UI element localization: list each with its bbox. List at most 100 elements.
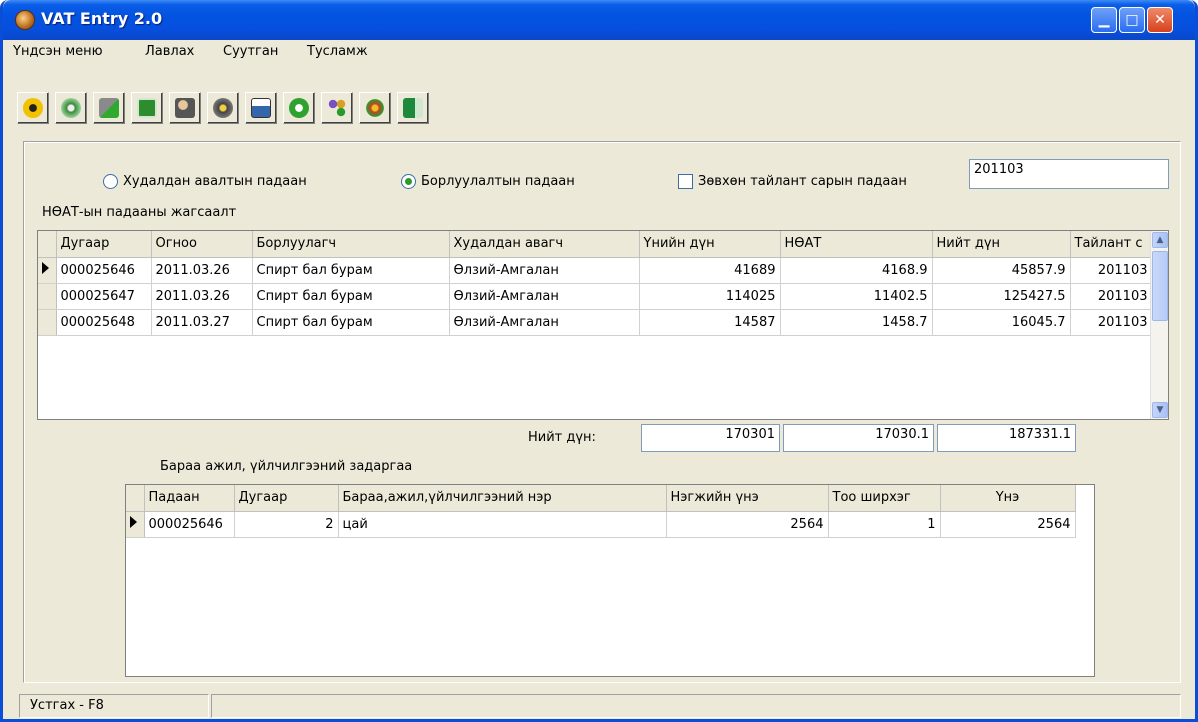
table-cell[interactable]: цай: [338, 511, 667, 538]
col-header-seller[interactable]: Борлуулагч: [252, 231, 450, 258]
status-bar: Устгах - F8: [3, 690, 1195, 719]
table-cell[interactable]: 000025648: [56, 309, 152, 336]
invoice-grid[interactable]: Дугаар Огноо Борлуулагч Худалдан авагч Ү…: [37, 230, 1169, 420]
maximize-button[interactable]: □: [1119, 7, 1145, 33]
table-cell[interactable]: Спирт бал бурам: [252, 309, 450, 336]
table-cell[interactable]: 2011.03.26: [151, 283, 253, 310]
table-cell[interactable]: 45857.9: [932, 257, 1071, 284]
import-icon: [99, 98, 119, 118]
col-header-date[interactable]: Огноо: [151, 231, 253, 258]
toolbar: [3, 62, 1195, 132]
sales-radio[interactable]: [401, 174, 416, 189]
tool-report-button[interactable]: [245, 92, 277, 124]
tool-flower-button[interactable]: [17, 92, 49, 124]
table-cell[interactable]: 201103: [1070, 309, 1153, 336]
minimize-button[interactable]: ▁: [1091, 7, 1117, 33]
row-pointer-icon: [130, 516, 137, 528]
invoice-list-caption: НӨАТ-ын падааны жагсаалт: [42, 205, 237, 220]
status-hint: Устгах - F8: [19, 694, 209, 718]
table-row[interactable]: 000025646 2011.03.26 Спирт бал бурам Өлз…: [38, 257, 1153, 284]
row-pointer-icon: [42, 262, 49, 274]
table-cell[interactable]: 125427.5: [932, 283, 1071, 310]
row-indicator-header: [38, 231, 57, 258]
col-header-vat[interactable]: НӨАТ: [780, 231, 933, 258]
main-panel: Худалдан авалтын падаан Борлуулалтын пад…: [23, 141, 1181, 683]
sales-radio-label[interactable]: Борлуулалтын падаан: [421, 174, 575, 189]
table-cell[interactable]: 4168.9: [780, 257, 933, 284]
tool-settings-button[interactable]: [207, 92, 239, 124]
tool-asterisk-button[interactable]: [359, 92, 391, 124]
table-cell[interactable]: 000025646: [56, 257, 152, 284]
period-input[interactable]: 201103: [969, 159, 1169, 189]
period-only-label[interactable]: Зөвхөн тайлант сарын падаан: [698, 174, 907, 189]
grand-total-field[interactable]: 187331.1: [937, 424, 1076, 452]
tool-tools-button[interactable]: [321, 92, 353, 124]
table-cell[interactable]: 000025646: [144, 511, 235, 538]
scroll-down-icon[interactable]: ▼: [1152, 402, 1168, 418]
table-cell[interactable]: 201103: [1070, 257, 1153, 284]
col-header-quantity[interactable]: Тоо ширхэг: [828, 485, 941, 512]
col-header-amount[interactable]: Үнийн дүн: [639, 231, 781, 258]
table-cell[interactable]: 2: [234, 511, 339, 538]
menu-reference[interactable]: Лавлах: [145, 44, 194, 59]
col-header-item-name[interactable]: Бараа,ажил,үйлчилгээний нэр: [338, 485, 667, 512]
table-cell[interactable]: Өлзий-Амгалан: [449, 257, 640, 284]
tools-icon: [327, 98, 347, 118]
purchase-radio-label[interactable]: Худалдан авалтын падаан: [123, 174, 307, 189]
table-cell[interactable]: 2564: [666, 511, 829, 538]
table-row[interactable]: 000025648 2011.03.27 Спирт бал бурам Өлз…: [38, 309, 1153, 336]
table-cell[interactable]: 1: [828, 511, 941, 538]
row-indicator-header: [126, 485, 145, 512]
menu-help[interactable]: Тусламж: [307, 44, 368, 59]
menu-withholding[interactable]: Суутган: [223, 44, 278, 59]
col-header-period[interactable]: Тайлант с: [1070, 231, 1153, 258]
table-cell[interactable]: 2011.03.26: [151, 257, 253, 284]
flower-icon: [23, 98, 43, 118]
table-cell[interactable]: 2564: [940, 511, 1076, 538]
table-cell[interactable]: 41689: [639, 257, 781, 284]
table-cell[interactable]: 14587: [639, 309, 781, 336]
tool-import-button[interactable]: [93, 92, 125, 124]
col-header-total[interactable]: Нийт дүн: [932, 231, 1071, 258]
tool-users-button[interactable]: [169, 92, 201, 124]
status-panel-empty: [211, 694, 1181, 718]
current-row-indicator: [126, 511, 145, 538]
period-only-checkbox[interactable]: [678, 174, 693, 189]
title-bar[interactable]: VAT Entry 2.0 ▁ □ ✕: [3, 0, 1195, 40]
invoice-grid-scrollbar[interactable]: ▲ ▼: [1150, 231, 1168, 419]
col-header-unit-price[interactable]: Нэгжийн үнэ: [666, 485, 829, 512]
table-row[interactable]: 000025646 2 цай 2564 1 2564: [126, 511, 1076, 538]
table-row[interactable]: 000025647 2011.03.26 Спирт бал бурам Өлз…: [38, 283, 1153, 310]
purchase-radio[interactable]: [103, 174, 118, 189]
menu-main[interactable]: Үндсэн меню: [13, 44, 103, 59]
table-cell[interactable]: 16045.7: [932, 309, 1071, 336]
table-cell[interactable]: 114025: [639, 283, 781, 310]
total-vat-field[interactable]: 17030.1: [783, 424, 934, 452]
col-header-number[interactable]: Дугаар: [56, 231, 152, 258]
settings-icon: [213, 98, 233, 118]
detail-grid[interactable]: Падаан Дугаар Бараа,ажил,үйлчилгээний нэ…: [125, 484, 1095, 677]
col-header-line-number[interactable]: Дугаар: [234, 485, 339, 512]
tool-exit-button[interactable]: [397, 92, 429, 124]
tool-excel-button[interactable]: [131, 92, 163, 124]
col-header-price[interactable]: Үнэ: [940, 485, 1076, 512]
table-cell[interactable]: Өлзий-Амгалан: [449, 309, 640, 336]
report-icon: [251, 98, 271, 118]
table-cell[interactable]: Өлзий-Амгалан: [449, 283, 640, 310]
table-cell[interactable]: 1458.7: [780, 309, 933, 336]
table-cell[interactable]: 000025647: [56, 283, 152, 310]
col-header-buyer[interactable]: Худалдан авагч: [449, 231, 640, 258]
table-cell[interactable]: 11402.5: [780, 283, 933, 310]
excel-icon: [137, 98, 157, 118]
table-cell[interactable]: 201103: [1070, 283, 1153, 310]
total-amount-field[interactable]: 170301: [641, 424, 780, 452]
table-cell[interactable]: Спирт бал бурам: [252, 257, 450, 284]
table-cell[interactable]: 2011.03.27: [151, 309, 253, 336]
scroll-up-icon[interactable]: ▲: [1152, 232, 1168, 248]
close-button[interactable]: ✕: [1147, 7, 1173, 33]
col-header-invoice[interactable]: Падаан: [144, 485, 235, 512]
tool-gear-flower-button[interactable]: [55, 92, 87, 124]
scroll-thumb[interactable]: [1152, 251, 1168, 321]
table-cell[interactable]: Спирт бал бурам: [252, 283, 450, 310]
tool-info-button[interactable]: [283, 92, 315, 124]
